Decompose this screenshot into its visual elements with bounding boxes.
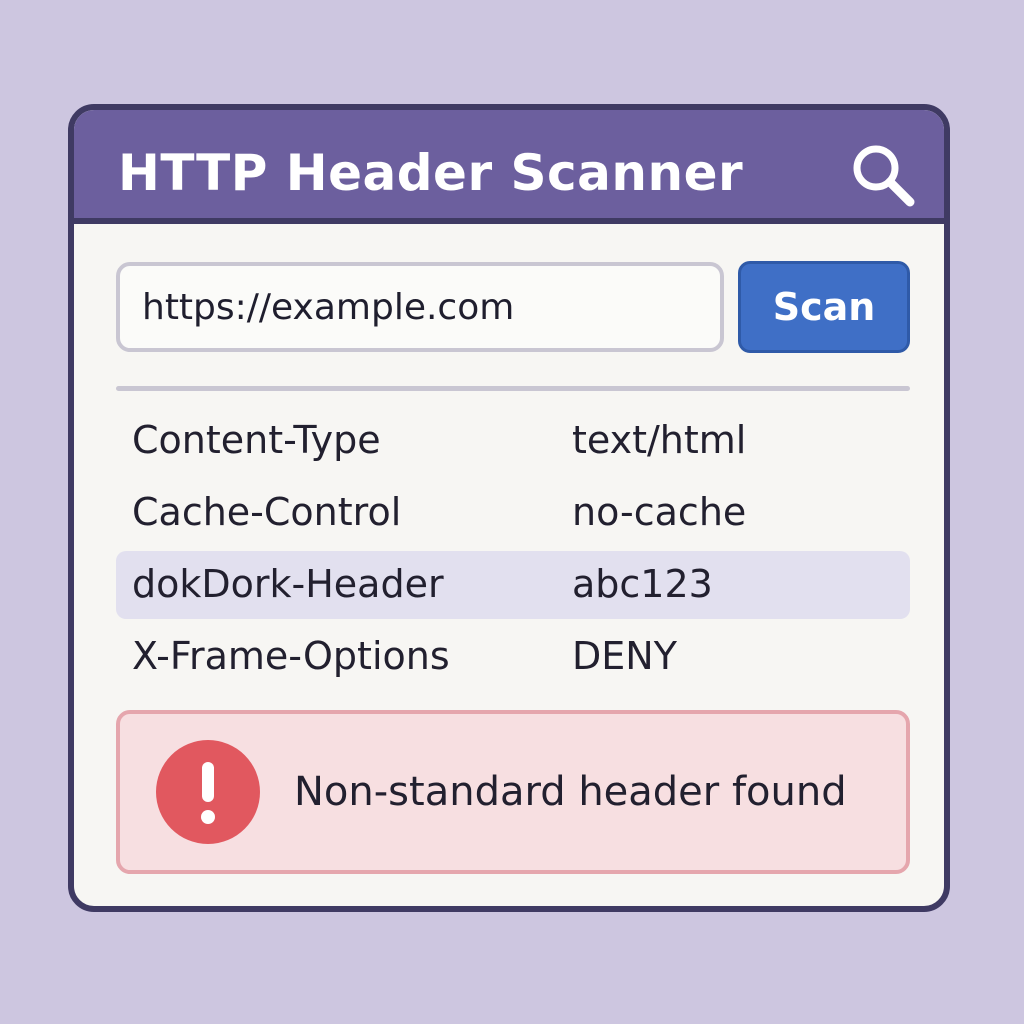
divider [116,386,910,391]
header-value: DENY [572,634,677,678]
header-value: abc123 [572,562,713,606]
app-window: HTTP Header Scanner Scan Content-Type te… [68,104,950,912]
title-bar: HTTP Header Scanner [74,110,944,224]
warning-alert: Non-standard header found [116,710,910,874]
alert-message: Non-standard header found [294,769,847,815]
header-name: dokDork-Header [132,562,444,606]
header-name: Content-Type [132,418,381,462]
header-name: X-Frame-Options [132,634,450,678]
header-row: X-Frame-Options DENY [116,623,910,691]
header-value: text/html [572,418,747,462]
header-value: no-cache [572,490,747,534]
search-icon[interactable] [848,140,918,210]
url-input[interactable] [116,262,724,352]
header-row: Cache-Control no-cache [116,479,910,547]
header-row-highlighted: dokDork-Header abc123 [116,551,910,619]
scan-button[interactable]: Scan [738,261,910,353]
app-title: HTTP Header Scanner [118,144,744,202]
header-row: Content-Type text/html [116,407,910,475]
exclamation-icon [156,740,260,844]
header-name: Cache-Control [132,490,402,534]
